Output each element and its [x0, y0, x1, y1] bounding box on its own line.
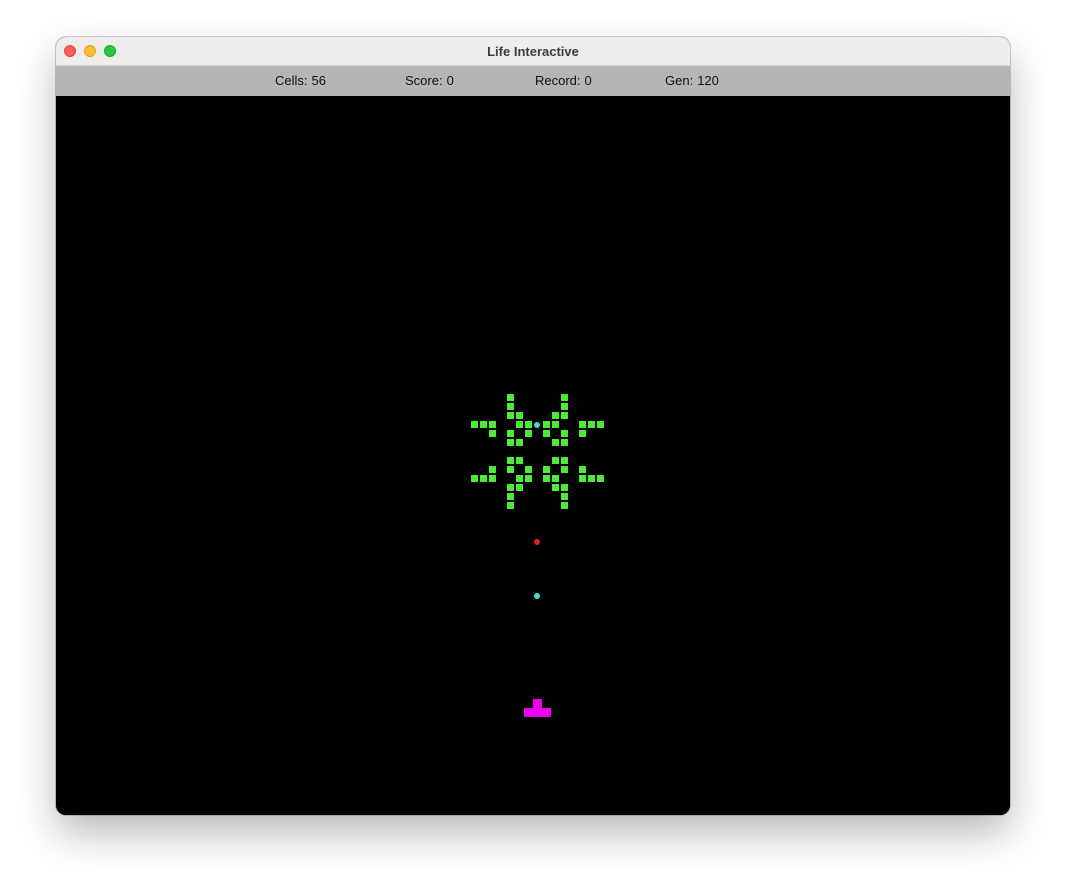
life-cell [507, 430, 514, 437]
life-cell [561, 457, 568, 464]
cells-value: 56 [311, 73, 326, 88]
life-cell [516, 439, 523, 446]
life-cell [552, 484, 559, 491]
life-cell [579, 475, 586, 482]
life-cell [561, 466, 568, 473]
life-cell [516, 484, 523, 491]
record-stat: Record: 0 [535, 66, 592, 96]
life-cell [507, 403, 514, 410]
life-cell [516, 475, 523, 482]
life-cell [480, 475, 487, 482]
player-bullet [534, 422, 540, 428]
life-cell [561, 493, 568, 500]
life-cell [552, 457, 559, 464]
life-cell [561, 430, 568, 437]
title-bar[interactable]: Life Interactive [56, 37, 1010, 66]
status-bar: Cells: 56 Score: 0 Record: 0 Gen: 120 [56, 66, 1010, 96]
player-ship-base [524, 708, 551, 717]
life-cell [525, 421, 532, 428]
life-cell [489, 430, 496, 437]
life-cell [543, 430, 550, 437]
life-cell [552, 439, 559, 446]
life-cell [552, 421, 559, 428]
life-cell [561, 403, 568, 410]
life-cell [597, 421, 604, 428]
life-cell [489, 466, 496, 473]
game-board[interactable] [56, 96, 1010, 815]
life-cell [588, 421, 595, 428]
life-cell [480, 421, 487, 428]
cells-stat: Cells: 56 [275, 66, 326, 96]
life-cell [507, 502, 514, 509]
life-cell [516, 457, 523, 464]
life-cell [561, 439, 568, 446]
life-cell [507, 457, 514, 464]
life-cell [507, 394, 514, 401]
score-stat: Score: 0 [405, 66, 454, 96]
life-cell [525, 475, 532, 482]
life-cell [516, 421, 523, 428]
life-cell [525, 430, 532, 437]
gen-value: 120 [697, 73, 719, 88]
life-cell [471, 421, 478, 428]
life-cell [579, 466, 586, 473]
life-cell [561, 412, 568, 419]
player-ship-turret [533, 699, 542, 708]
score-label: Score: [405, 73, 443, 88]
life-cell [507, 439, 514, 446]
life-cell [489, 475, 496, 482]
life-cell [588, 475, 595, 482]
life-cell [561, 502, 568, 509]
record-value: 0 [584, 73, 592, 88]
cells-label: Cells: [275, 73, 308, 88]
score-value: 0 [446, 73, 454, 88]
life-cell [543, 421, 550, 428]
life-cell [507, 412, 514, 419]
game-window: Life Interactive Cells: 56 Score: 0 Record… [56, 37, 1010, 815]
player-bullet [534, 593, 540, 599]
life-cell [552, 475, 559, 482]
window-title: Life Interactive [487, 44, 579, 59]
life-cell [579, 421, 586, 428]
record-label: Record: [535, 73, 581, 88]
life-cell [552, 412, 559, 419]
life-cell [525, 466, 532, 473]
gen-label: Gen: [665, 73, 694, 88]
gen-stat: Gen: 120 [665, 66, 719, 96]
life-cell [471, 475, 478, 482]
life-cell [579, 430, 586, 437]
life-cell [543, 475, 550, 482]
life-cell [597, 475, 604, 482]
life-cell [507, 493, 514, 500]
life-cell [561, 394, 568, 401]
life-cell [489, 421, 496, 428]
life-cell [561, 484, 568, 491]
life-cell [516, 412, 523, 419]
life-cell [543, 466, 550, 473]
player-ship[interactable] [524, 699, 551, 717]
enemy-bullet [534, 539, 540, 545]
life-cell [507, 466, 514, 473]
life-cell [507, 484, 514, 491]
